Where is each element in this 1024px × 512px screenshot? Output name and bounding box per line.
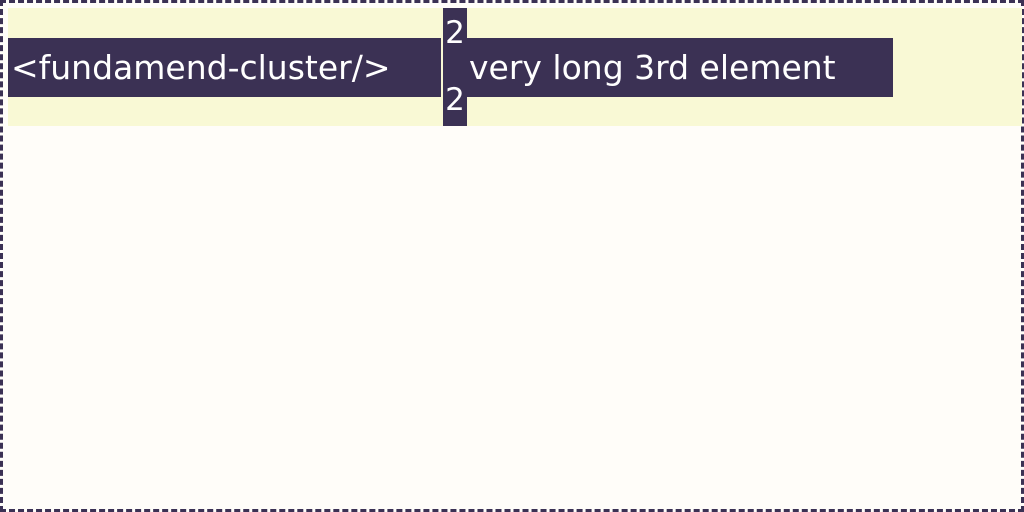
cluster-item-1: <fundamend-cluster/> — [8, 38, 441, 97]
cluster-item-3-label: very long 3rd element — [469, 48, 836, 87]
cluster-item-2: 2 2 — [443, 8, 467, 126]
dashed-frame: <fundamend-cluster/> 2 2 very long 3rd e… — [0, 0, 1024, 512]
cluster-container: <fundamend-cluster/> 2 2 very long 3rd e… — [8, 8, 1022, 126]
cluster-item-3: very long 3rd element — [467, 38, 893, 97]
cluster-item-1-label: <fundamend-cluster/> — [11, 48, 391, 87]
cluster-item-2-top-label: 2 — [445, 15, 465, 51]
cluster-item-2-bottom-label: 2 — [445, 82, 465, 118]
